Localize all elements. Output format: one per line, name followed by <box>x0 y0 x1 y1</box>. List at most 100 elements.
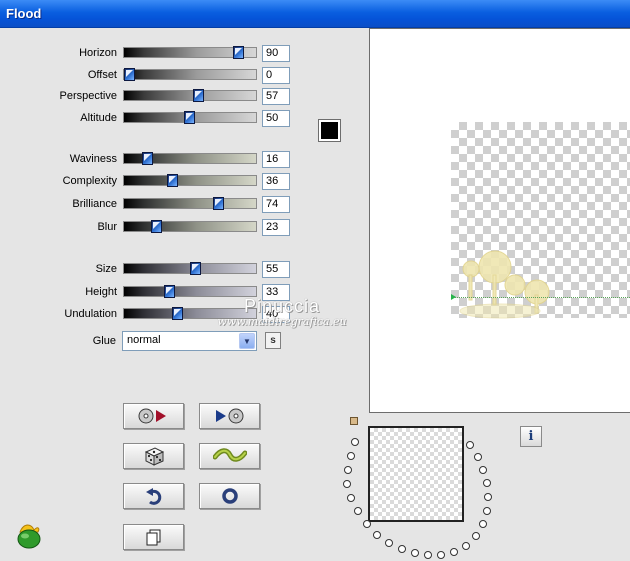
glue-s-button[interactable]: s <box>265 332 281 349</box>
chevron-down-icon[interactable]: ▼ <box>239 333 255 349</box>
brilliance-value-field[interactable]: 74 <box>262 196 290 213</box>
ring-dot[interactable] <box>472 532 480 540</box>
info-button[interactable]: i <box>520 426 542 447</box>
ring-dot[interactable] <box>411 549 419 557</box>
horizon-row: Horizon <box>0 45 117 63</box>
brilliance-slider[interactable] <box>123 197 257 210</box>
complexity-slider[interactable] <box>123 174 257 187</box>
horizon-line <box>452 297 630 298</box>
wave-icon <box>212 448 247 462</box>
title-bar: Flood <box>0 0 630 28</box>
ring-dot[interactable] <box>483 507 491 515</box>
glue-dropdown[interactable]: normal ▼ <box>122 331 257 351</box>
apply-right-button[interactable] <box>199 403 260 429</box>
watermark-name: Pinuccia <box>243 296 321 316</box>
waviness-slider[interactable] <box>123 152 257 165</box>
ring-dot[interactable] <box>424 551 432 559</box>
brilliance-row: Brilliance <box>0 196 117 214</box>
navigator-handle[interactable] <box>350 417 358 425</box>
blur-row: Blur <box>0 219 117 237</box>
undulation-slider-thumb[interactable] <box>172 307 183 320</box>
perspective-row: Perspective <box>0 88 117 106</box>
ring-icon <box>221 488 238 504</box>
horizon-slider[interactable] <box>123 46 257 59</box>
water-color-swatch[interactable] <box>318 119 341 142</box>
horizon-value-field[interactable]: 90 <box>262 45 290 62</box>
altitude-row: Altitude <box>0 110 117 128</box>
blur-label: Blur <box>97 221 117 233</box>
ring-dot[interactable] <box>479 466 487 474</box>
undulation-label: Undulation <box>64 308 117 320</box>
ring-dot[interactable] <box>354 507 362 515</box>
ring-dot[interactable] <box>351 438 359 446</box>
ring-dot[interactable] <box>373 531 381 539</box>
cd-arrow-icon <box>138 408 166 424</box>
horizon-marker-icon[interactable] <box>451 294 456 300</box>
waviness-slider-thumb[interactable] <box>142 152 153 165</box>
perspective-value-field[interactable]: 57 <box>262 88 290 105</box>
apply-left-button[interactable] <box>123 403 184 429</box>
blur-slider[interactable] <box>123 220 257 233</box>
altitude-slider-thumb[interactable] <box>184 111 195 124</box>
ring-dot[interactable] <box>347 494 355 502</box>
waviness-value-field[interactable]: 16 <box>262 151 290 168</box>
ring-dot[interactable] <box>343 480 351 488</box>
blur-slider-thumb[interactable] <box>151 220 162 233</box>
copy-icon <box>146 529 160 546</box>
perspective-slider-thumb[interactable] <box>193 89 204 102</box>
horizon-label: Horizon <box>79 47 117 59</box>
complexity-row: Complexity <box>0 173 117 191</box>
ring-dot[interactable] <box>474 453 482 461</box>
size-row: Size <box>0 261 117 279</box>
complexity-label: Complexity <box>62 175 117 187</box>
size-slider[interactable] <box>123 262 257 275</box>
flaming-pear-logo-icon[interactable] <box>14 520 44 550</box>
altitude-value-field[interactable]: 50 <box>262 110 290 127</box>
undo-icon <box>145 488 161 505</box>
reset-button[interactable] <box>199 483 260 509</box>
ring-dot[interactable] <box>437 551 445 559</box>
offset-label: Offset <box>87 69 117 81</box>
altitude-label: Altitude <box>80 112 117 124</box>
waviness-row: Waviness <box>0 151 117 169</box>
ring-dot[interactable] <box>385 539 393 547</box>
ring-dot[interactable] <box>450 548 458 556</box>
ring-dot[interactable] <box>484 493 492 501</box>
blur-value-field[interactable]: 23 <box>262 219 290 236</box>
offset-slider[interactable] <box>123 68 257 81</box>
waviness-label: Waviness <box>69 153 117 165</box>
ring-dot[interactable] <box>347 452 355 460</box>
complexity-value-field[interactable]: 36 <box>262 173 290 190</box>
ring-dot[interactable] <box>398 545 406 553</box>
ring-dot[interactable] <box>483 479 491 487</box>
size-value-field[interactable]: 55 <box>262 261 290 278</box>
offset-slider-thumb[interactable] <box>124 68 135 81</box>
watermark-url: www.maidiregrafica.eu <box>217 315 347 328</box>
size-slider-thumb[interactable] <box>190 262 201 275</box>
arrow-cd-icon <box>215 408 243 424</box>
horizon-slider-thumb[interactable] <box>233 46 244 59</box>
preview-flood-image <box>459 250 550 319</box>
altitude-slider[interactable] <box>123 111 257 124</box>
undulation-row: Undulation <box>0 306 117 324</box>
ring-dot[interactable] <box>479 520 487 528</box>
offset-row: Offset <box>0 67 117 85</box>
size-label: Size <box>95 263 117 275</box>
undo-button[interactable] <box>123 483 184 509</box>
ring-dot[interactable] <box>466 441 474 449</box>
ring-dot[interactable] <box>344 466 352 474</box>
offset-value-field[interactable]: 0 <box>262 67 290 84</box>
perspective-label: Perspective <box>59 90 117 102</box>
height-label: Height <box>85 286 117 298</box>
wave-button[interactable] <box>199 443 260 469</box>
watermark: Pinuccia www.maidiregrafica.eu <box>212 296 352 328</box>
navigator-thumbnail[interactable] <box>368 426 464 522</box>
ring-dot[interactable] <box>363 520 371 528</box>
ring-dot[interactable] <box>462 542 470 550</box>
complexity-slider-thumb[interactable] <box>167 174 178 187</box>
randomize-button[interactable] <box>123 443 184 469</box>
perspective-slider[interactable] <box>123 89 257 102</box>
height-slider-thumb[interactable] <box>164 285 175 298</box>
copy-button[interactable] <box>123 524 184 550</box>
brilliance-slider-thumb[interactable] <box>213 197 224 210</box>
